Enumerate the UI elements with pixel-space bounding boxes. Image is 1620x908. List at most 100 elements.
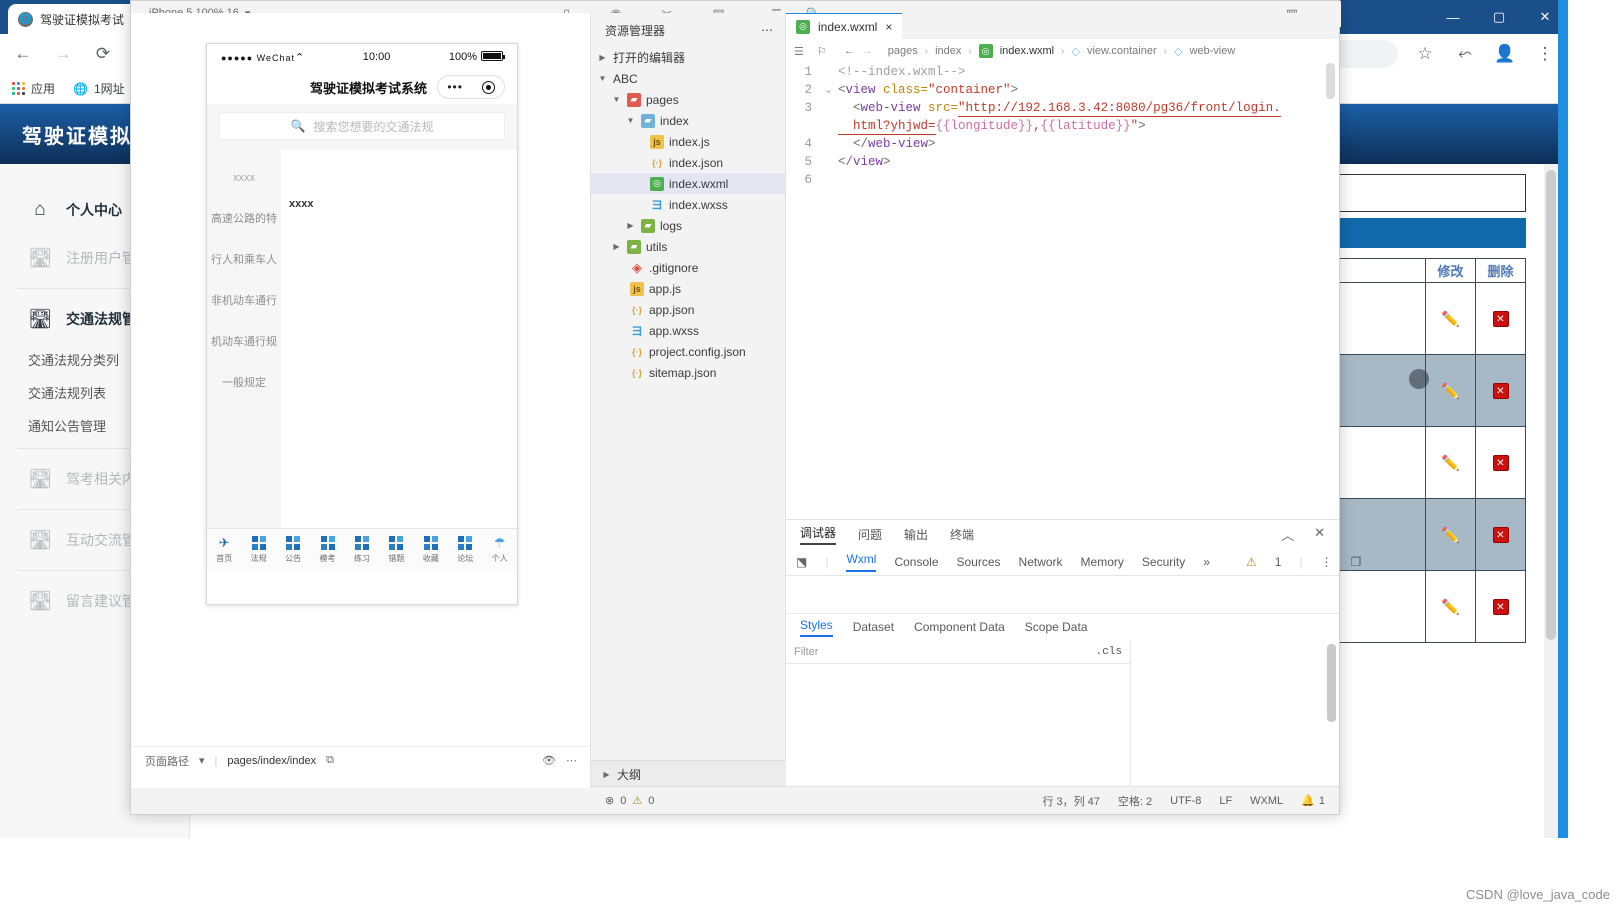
tab-favorites[interactable]: 收藏: [414, 536, 448, 564]
copy-icon[interactable]: ⧉: [326, 754, 334, 767]
tab-debugger[interactable]: 调试器: [800, 524, 837, 545]
pencil-icon[interactable]: ✏️: [1441, 527, 1460, 544]
edit-cell[interactable]: ✏️: [1425, 282, 1476, 355]
tab-overflow-icon[interactable]: »: [1203, 555, 1210, 569]
tab-sources[interactable]: Sources: [957, 555, 1001, 569]
fold-toggle[interactable]: ⌄: [826, 81, 838, 99]
language-mode[interactable]: WXML: [1250, 795, 1283, 807]
category-item[interactable]: xxxx: [207, 158, 281, 199]
pencil-icon[interactable]: ✏️: [1441, 311, 1460, 328]
more-icon[interactable]: •••: [447, 80, 463, 94]
explorer-folder-index[interactable]: ▼ ▰ index: [591, 110, 785, 131]
delete-x-icon[interactable]: ✕: [1492, 598, 1509, 615]
edit-cell[interactable]: ✏️: [1425, 570, 1476, 643]
explorer-folder-pages[interactable]: ▼ ▰ pages: [591, 89, 785, 110]
breadcrumb-web-view[interactable]: web-view: [1189, 45, 1235, 57]
target-icon[interactable]: [481, 80, 495, 94]
tab-wrong-questions[interactable]: 错题: [379, 536, 413, 564]
breadcrumb-view-container[interactable]: view.container: [1087, 45, 1157, 57]
explorer-file-index-wxss[interactable]: ヨ index.wxss: [591, 194, 785, 215]
explorer-file-sitemap[interactable]: {·} sitemap.json: [591, 362, 785, 383]
eol-setting[interactable]: LF: [1219, 795, 1232, 807]
explorer-file-index-js[interactable]: js index.js: [591, 131, 785, 152]
scrollbar-thumb[interactable]: [1327, 644, 1336, 722]
delete-x-icon[interactable]: ✕: [1492, 526, 1509, 543]
back-arrow-icon[interactable]: ←: [844, 45, 855, 57]
profile-icon[interactable]: 👤: [1492, 41, 1518, 67]
delete-cell[interactable]: ✕: [1475, 282, 1526, 355]
code-text[interactable]: "http://192.168.3.42:8080/pg36/front/log…: [958, 99, 1281, 117]
bookmark-site[interactable]: 🌐 1网址: [73, 80, 125, 97]
delete-cell[interactable]: ✕: [1475, 570, 1526, 643]
tab-wxml[interactable]: Wxml: [846, 552, 877, 572]
category-item[interactable]: 非机动车通行: [207, 281, 281, 322]
explorer-section-project[interactable]: ▼ ABC: [591, 68, 785, 89]
tab-forum[interactable]: 论坛: [448, 536, 482, 564]
tab-regulations[interactable]: 法规: [241, 536, 275, 564]
edit-cell[interactable]: ✏️: [1425, 354, 1476, 427]
indent-setting[interactable]: 空格: 2: [1118, 793, 1152, 809]
scrollbar-thumb[interactable]: [1546, 170, 1556, 640]
delete-cell[interactable]: ✕: [1475, 498, 1526, 571]
tab-terminal[interactable]: 终端: [950, 526, 974, 543]
maximize-button[interactable]: ▢: [1476, 0, 1522, 34]
editor-minimap[interactable]: [1326, 63, 1335, 99]
category-item[interactable]: 一般规定: [207, 363, 281, 404]
category-item[interactable]: 高速公路的特: [207, 199, 281, 240]
close-icon[interactable]: ✕: [1314, 525, 1325, 544]
search-input[interactable]: 🔍 搜索您想要的交通法规: [219, 112, 505, 140]
tab-notice[interactable]: 公告: [276, 536, 310, 564]
explorer-file-app-js[interactable]: js app.js: [591, 278, 785, 299]
cls-button[interactable]: .cls: [1096, 646, 1122, 658]
extension-icon[interactable]: ⬿: [1452, 41, 1478, 67]
edit-cell[interactable]: ✏️: [1425, 426, 1476, 499]
explorer-file-app-wxss[interactable]: ヨ app.wxss: [591, 320, 785, 341]
chevron-up-icon[interactable]: ︿: [1281, 525, 1294, 544]
chevron-right-icon[interactable]: ▶: [625, 221, 636, 230]
chevron-right-icon[interactable]: ▶: [611, 242, 622, 251]
explorer-folder-utils[interactable]: ▶ ▰ utils: [591, 236, 785, 257]
cursor-position[interactable]: 行 3，列 47: [1042, 793, 1099, 809]
explorer-section-open-editors[interactable]: ▶ 打开的编辑器: [591, 47, 785, 68]
back-icon[interactable]: ←: [10, 41, 36, 67]
chevron-down-icon[interactable]: ▼: [625, 116, 636, 125]
bookmark-icon[interactable]: ⚐: [817, 45, 827, 58]
forward-icon[interactable]: →: [50, 41, 76, 67]
tab-mock-exam[interactable]: 模考: [310, 536, 344, 564]
page-scrollbar[interactable]: [1544, 164, 1558, 838]
menu-icon[interactable]: ⋮: [1532, 41, 1558, 67]
editor-tab-index-wxml[interactable]: ◎ index.wxml ×: [786, 13, 903, 39]
chevron-down-icon[interactable]: ▼: [597, 74, 608, 83]
breadcrumb-index[interactable]: index: [935, 45, 961, 57]
explorer-folder-logs[interactable]: ▶ ▰ logs: [591, 215, 785, 236]
tab-security[interactable]: Security: [1142, 555, 1185, 569]
minimize-button[interactable]: —: [1430, 0, 1476, 34]
forward-arrow-icon[interactable]: →: [862, 45, 873, 57]
tab-memory[interactable]: Memory: [1081, 555, 1124, 569]
explorer-file-project-config[interactable]: {·} project.config.json: [591, 341, 785, 362]
dock-icon[interactable]: ❐: [1351, 555, 1372, 569]
explorer-file-index-wxml[interactable]: ◎ index.wxml: [591, 173, 785, 194]
tab-console[interactable]: Console: [894, 555, 938, 569]
edit-cell[interactable]: ✏️: [1425, 498, 1476, 571]
fold-toggle[interactable]: [826, 63, 838, 81]
tab-scope-data[interactable]: Scope Data: [1025, 620, 1088, 634]
tab-network[interactable]: Network: [1019, 555, 1063, 569]
tab-home[interactable]: ✈ 首页: [207, 535, 241, 564]
encoding-setting[interactable]: UTF-8: [1170, 795, 1201, 807]
explorer-file-index-json[interactable]: {·} index.json: [591, 152, 785, 173]
wechat-capsule[interactable]: •••: [437, 75, 505, 99]
tab-dataset[interactable]: Dataset: [853, 620, 894, 634]
pencil-icon[interactable]: ✏️: [1441, 383, 1460, 400]
chevron-down-icon[interactable]: ▾: [199, 754, 205, 767]
more-icon[interactable]: ⋯: [566, 754, 577, 767]
eye-icon[interactable]: 👁: [542, 754, 556, 767]
delete-x-icon[interactable]: ✕: [1492, 310, 1509, 327]
filter-input[interactable]: Filter: [794, 646, 818, 658]
star-icon[interactable]: ☆: [1412, 41, 1438, 67]
explorer-file-gitignore[interactable]: ◈ .gitignore: [591, 257, 785, 278]
kebab-icon[interactable]: ⋮: [1321, 555, 1333, 569]
reload-icon[interactable]: ⟳: [90, 41, 116, 67]
delete-x-icon[interactable]: ✕: [1492, 454, 1509, 471]
pencil-icon[interactable]: ✏️: [1441, 455, 1460, 472]
